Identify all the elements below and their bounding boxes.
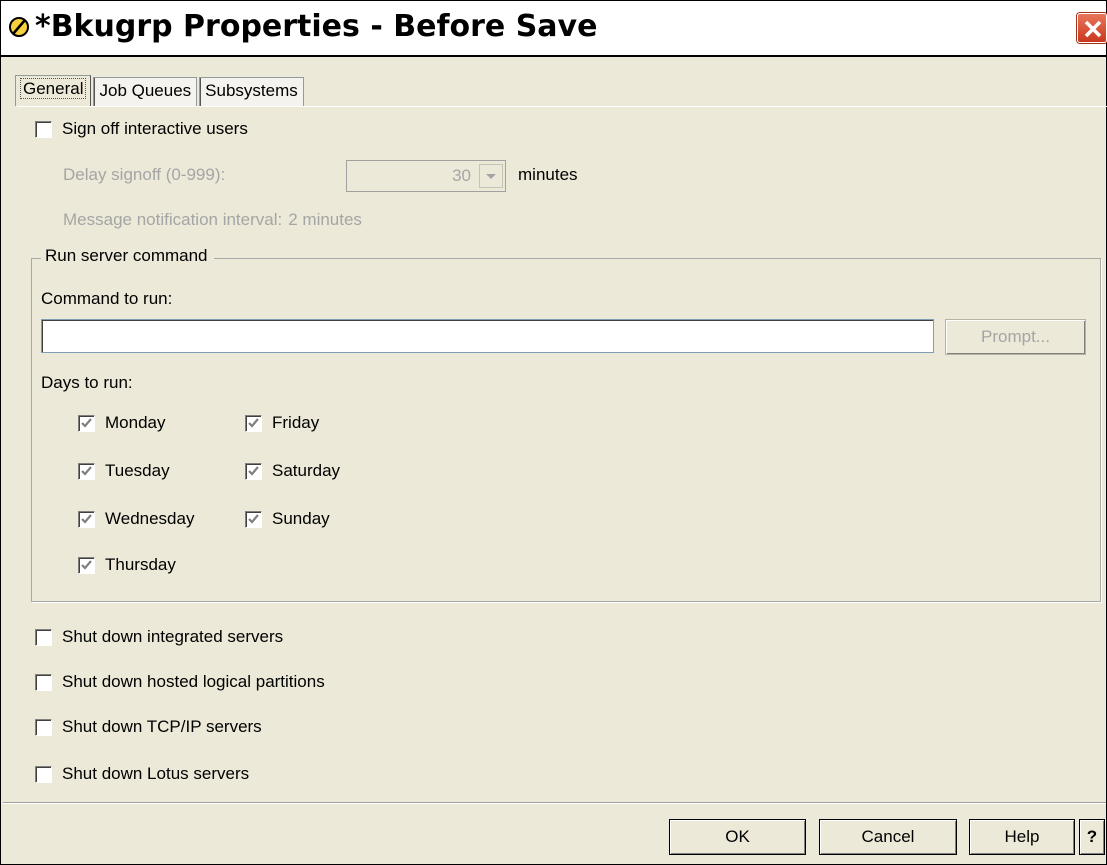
shutdown-hosted-partitions-label: Shut down hosted logical partitions [62,672,325,691]
saturday-label: Saturday [272,461,341,480]
tuesday-label: Tuesday [105,461,170,480]
delay-signoff-value: 30 [452,166,471,185]
day-checkbox-tuesday[interactable]: Tuesday [78,461,170,481]
dropdown-arrow-button[interactable] [479,164,503,188]
shutdown-tcpip-servers-checkbox[interactable] [35,718,52,736]
day-checkbox-friday[interactable]: Friday [245,413,319,433]
message-interval-row: Message notification interval: 2 minutes [63,210,362,230]
delay-signoff-text: Delay signoff (0-999): [63,165,226,184]
message-interval-label: Message notification interval: [63,210,283,229]
close-icon [1084,20,1102,38]
thursday-checkbox[interactable] [78,556,95,574]
shutdown-lotus-servers-checkbox[interactable] [35,765,52,783]
friday-label: Friday [272,413,320,432]
checkmark-icon [81,559,92,570]
days-to-run-text: Days to run: [41,373,133,392]
delay-signoff-label: Delay signoff (0-999): [63,165,225,185]
window-title: *Bkugrp Properties - Before Save [35,9,598,44]
run-server-command-legend: Run server command [41,246,214,266]
delay-signoff-combo[interactable]: 30 [346,160,506,192]
sunday-checkbox[interactable] [245,510,262,528]
checkmark-icon [81,465,92,476]
checkmark-icon [248,513,259,524]
tab-subsystems-label: Subsystems [205,81,298,100]
checkmark-icon [248,417,259,428]
shutdown-hosted-partitions-checkbox[interactable] [35,673,52,691]
tab-job-queues-label: Job Queues [99,81,192,100]
monday-checkbox[interactable] [78,414,95,432]
ok-button[interactable]: OK [669,819,806,855]
shutdown-tcpip-servers-label: Shut down TCP/IP servers [62,717,262,736]
delay-unit-text: minutes [518,165,578,184]
friday-checkbox[interactable] [245,414,262,432]
thursday-label: Thursday [105,555,176,574]
wednesday-checkbox[interactable] [78,510,95,528]
day-checkbox-wednesday[interactable]: Wednesday [78,509,194,529]
tab-strip: General Job Queues Subsystems [15,75,306,106]
sign-off-checkbox-row[interactable]: Sign off interactive users [35,119,248,139]
shutdown-lotus-servers-row[interactable]: Shut down Lotus servers [35,764,249,784]
context-help-button[interactable]: ? [1079,819,1105,855]
shutdown-integrated-servers-row[interactable]: Shut down integrated servers [35,627,283,647]
cancel-button[interactable]: Cancel [819,819,957,855]
shutdown-integrated-servers-checkbox[interactable] [35,628,52,646]
shutdown-integrated-servers-label: Shut down integrated servers [62,627,284,646]
shutdown-lotus-servers-label: Shut down Lotus servers [62,764,250,783]
day-checkbox-sunday[interactable]: Sunday [245,509,330,529]
sign-off-checkbox[interactable] [35,120,52,138]
shutdown-hosted-partitions-row[interactable]: Shut down hosted logical partitions [35,672,325,692]
tab-general[interactable]: General [15,75,92,106]
tab-divider [17,106,1107,107]
run-server-command-group [31,258,1101,602]
properties-dialog: *Bkugrp Properties - Before Save General… [0,0,1107,865]
days-to-run-label: Days to run: [41,373,133,393]
sign-off-label: Sign off interactive users [62,119,248,138]
shutdown-tcpip-servers-row[interactable]: Shut down TCP/IP servers [35,717,262,737]
footer-separator [3,802,1106,804]
day-checkbox-thursday[interactable]: Thursday [78,555,176,575]
app-icon [7,15,31,39]
day-checkbox-monday[interactable]: Monday [78,413,165,433]
tab-job-queues[interactable]: Job Queues [93,77,198,106]
checkmark-icon [81,513,92,524]
command-to-run-label: Command to run: [41,289,172,309]
wednesday-label: Wednesday [105,509,195,528]
close-button[interactable] [1077,13,1107,43]
command-input[interactable] [41,319,934,353]
checkmark-icon [81,417,92,428]
title-bar[interactable]: *Bkugrp Properties - Before Save [1,1,1107,57]
monday-label: Monday [105,413,166,432]
tab-subsystems[interactable]: Subsystems [199,77,304,106]
command-to-run-text: Command to run: [41,289,173,308]
saturday-checkbox[interactable] [245,462,262,480]
tuesday-checkbox[interactable] [78,462,95,480]
day-checkbox-saturday[interactable]: Saturday [245,461,340,481]
sunday-label: Sunday [272,509,330,528]
checkmark-icon [248,465,259,476]
chevron-down-icon [486,174,496,179]
prompt-button[interactable]: Prompt... [945,319,1086,355]
help-button[interactable]: Help [969,819,1075,855]
delay-unit-label: minutes [518,165,578,185]
message-interval-value: 2 minutes [288,210,362,229]
tab-general-label: General [19,78,87,99]
